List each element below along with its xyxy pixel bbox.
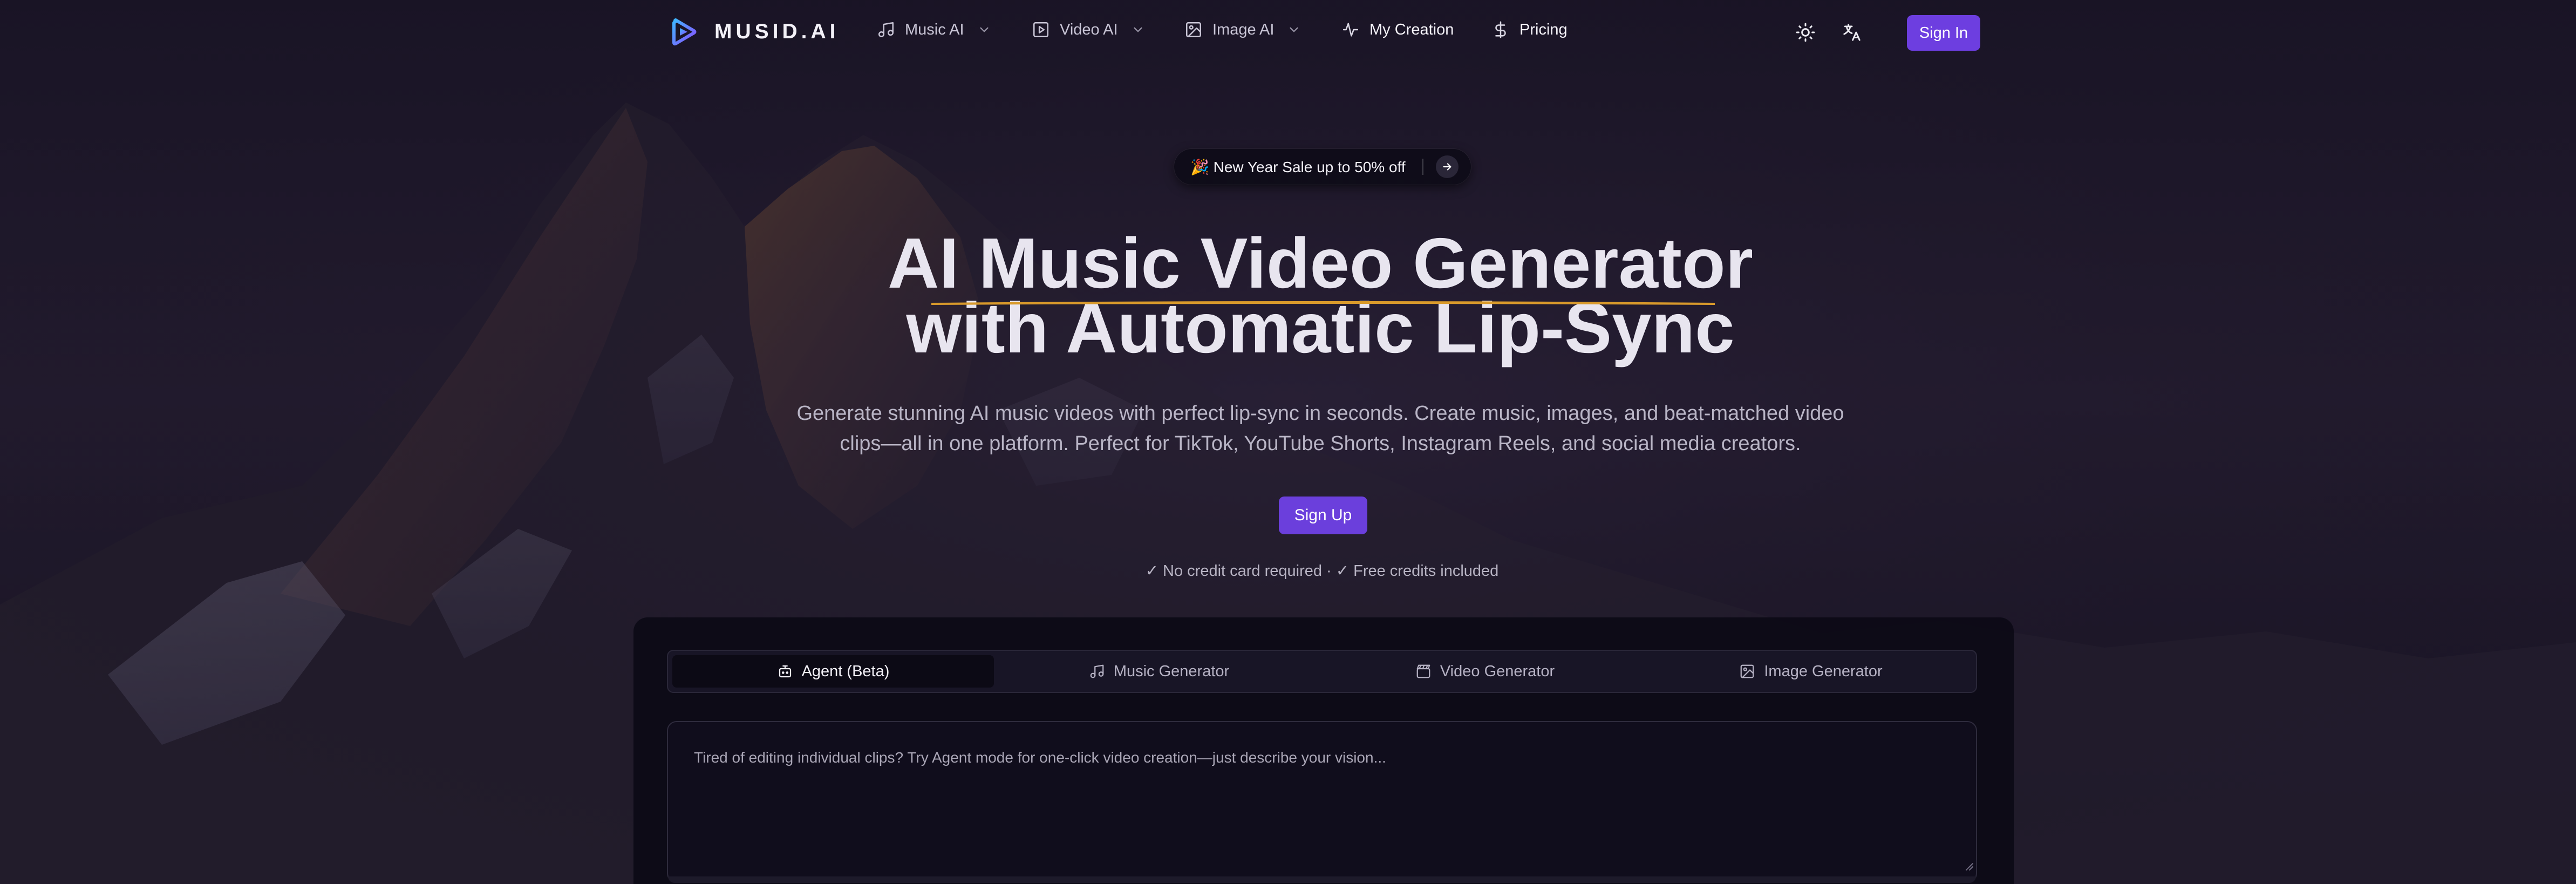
promo-divider [1422,159,1423,175]
music-note-icon [1089,663,1105,679]
tab-video-generator[interactable]: Video Generator [1324,655,1646,688]
nav-item-music-ai[interactable]: Music AI [877,21,991,39]
tab-label: Agent (Beta) [801,662,890,680]
title-underline-accent [931,301,1715,305]
tab-label: Music Generator [1113,662,1230,680]
prompt-box [667,721,1977,883]
chevron-down-icon [1131,23,1145,37]
hero-subtitle: Generate stunning AI music videos with p… [796,402,1844,455]
sun-icon [1796,23,1815,42]
resize-handle-icon[interactable] [1962,859,1974,871]
hero-title: AI Music Video Generator with Automatic … [748,223,1892,364]
promo-text: 🎉 New Year Sale up to 50% off [1190,158,1406,175]
dollar-icon [1491,21,1510,39]
theme-toggle-button[interactable] [1794,21,1817,44]
nav-item-label: Image AI [1212,21,1275,38]
no-credit-card-note: ✓ No credit card required · ✓ Free credi… [1145,562,1499,580]
image-icon [1184,21,1203,39]
robot-icon [777,663,793,679]
prompt-toolbar-edge [668,876,1976,883]
clapperboard-icon [1415,663,1432,679]
tab-label: Video Generator [1440,662,1555,680]
brand-logo[interactable]: MUSID.AI [669,17,840,46]
hero-title-line-1: AI Music Video Generator [888,223,1753,303]
language-button[interactable] [1840,21,1864,44]
translate-icon [1843,24,1861,41]
generator-tabs: Agent (Beta) Music Generator Video Gener… [667,650,1977,693]
sign-up-button[interactable]: Sign Up [1279,497,1367,534]
video-play-icon [1032,21,1050,39]
nav-item-label: Music AI [905,21,964,38]
tab-image-generator[interactable]: Image Generator [1650,655,1972,688]
activity-icon [1341,21,1360,39]
nav-item-my-creation[interactable]: My Creation [1341,21,1454,39]
nav-item-label: Video AI [1060,21,1118,38]
nav-item-image-ai[interactable]: Image AI [1184,21,1301,39]
generator-panel: Agent (Beta) Music Generator Video Gener… [633,617,2014,884]
promo-banner[interactable]: 🎉 New Year Sale up to 50% off [1174,149,1471,185]
arrow-right-icon[interactable] [1436,155,1459,178]
nav-item-video-ai[interactable]: Video AI [1032,21,1145,39]
nav-item-label: Pricing [1519,21,1568,38]
brand-name: MUSID.AI [714,20,840,43]
chevron-down-icon [977,23,991,37]
prompt-textarea[interactable] [668,722,1976,875]
tab-label: Image Generator [1764,662,1883,680]
tab-agent-beta[interactable]: Agent (Beta) [672,655,994,688]
image-icon [1739,663,1755,679]
tab-music-generator[interactable]: Music Generator [998,655,1320,688]
nav-item-pricing[interactable]: Pricing [1491,21,1568,39]
sign-in-button[interactable]: Sign In [1907,15,1980,51]
music-note-icon [877,21,895,39]
chevron-down-icon [1287,23,1301,37]
play-triangle-logo-icon [672,18,697,46]
nav-item-label: My Creation [1369,21,1454,38]
top-nav: MUSID.AI Music AI Video AI Image AI My C… [669,13,1980,52]
